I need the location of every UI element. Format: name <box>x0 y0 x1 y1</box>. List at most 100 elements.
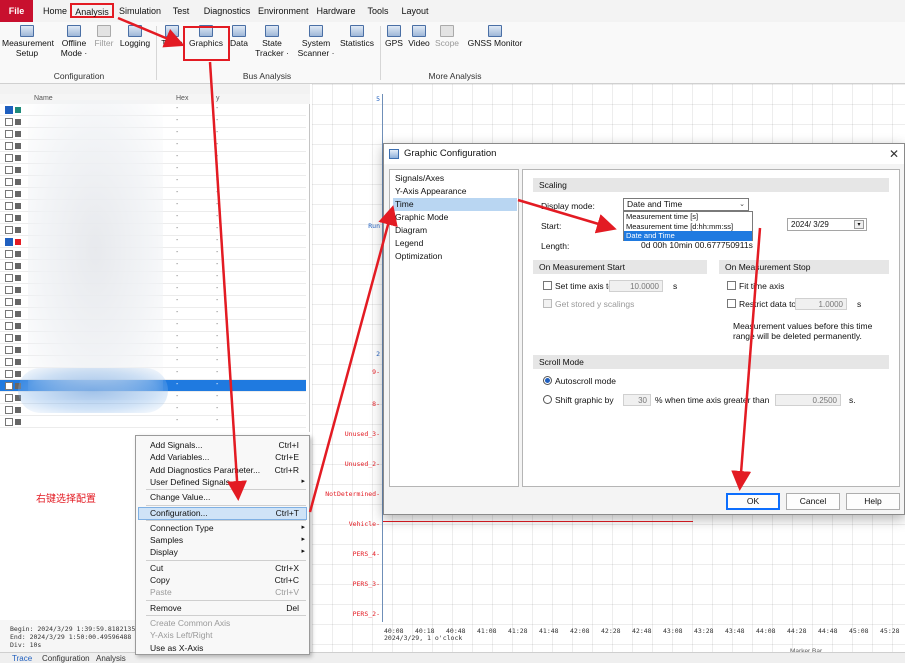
restrict-data-checkbox[interactable] <box>727 299 736 308</box>
context-item-create-common-axis[interactable]: Create Common Axis <box>150 617 305 629</box>
signal-visible-checkbox[interactable] <box>5 310 13 318</box>
context-item-samples[interactable]: Samples ▸ <box>150 534 305 546</box>
signal-visible-checkbox[interactable] <box>5 226 13 234</box>
start-date-field[interactable]: 2024/ 3/29 ▾ <box>787 218 867 231</box>
context-item-remove[interactable]: Remove Del <box>150 602 305 614</box>
fit-time-axis-checkbox[interactable] <box>727 281 736 290</box>
signal-visible-checkbox[interactable] <box>5 142 13 150</box>
state-tracker-button[interactable]: State Tracker · <box>252 25 292 58</box>
signal-visible-checkbox[interactable] <box>5 262 13 270</box>
signal-visible-checkbox[interactable] <box>5 202 13 210</box>
stored-y-checkbox[interactable] <box>543 299 552 308</box>
measurement-setup-button[interactable]: Measurement Setup <box>2 25 54 58</box>
menu-tools[interactable]: Tools <box>364 4 392 19</box>
signal-visible-checkbox[interactable] <box>5 406 13 414</box>
signal-row[interactable]: -- <box>0 416 306 428</box>
offline-mode-button[interactable]: Offline Mode · <box>58 25 90 58</box>
context-item-use-as-x-axis[interactable]: Use as X-Axis <box>150 642 305 654</box>
ok-button[interactable]: OK <box>726 493 780 510</box>
context-item-display[interactable]: Display ▸ <box>150 546 305 558</box>
signal-visible-checkbox[interactable] <box>5 118 13 126</box>
signal-visible-checkbox[interactable] <box>5 346 13 354</box>
context-item-add-diagnostics-parameter[interactable]: Add Diagnostics Parameter... Ctrl+R <box>150 464 305 476</box>
menu-layout[interactable]: Layout <box>398 4 432 19</box>
statistics-button[interactable]: Statistics <box>338 25 376 48</box>
signal-visible-checkbox[interactable] <box>5 286 13 294</box>
signal-visible-checkbox[interactable] <box>5 130 13 138</box>
signal-visible-checkbox[interactable] <box>5 214 13 222</box>
restrict-data-value[interactable]: 1.0000 <box>795 298 847 310</box>
tab-configuration[interactable]: Configuration <box>42 653 90 664</box>
scope-button[interactable]: Scope <box>434 25 460 48</box>
menu-diagnostics[interactable]: Diagnostics <box>200 4 254 19</box>
filter-button[interactable]: Filter <box>92 25 116 48</box>
signal-visible-checkbox[interactable] <box>5 250 13 258</box>
menu-analysis[interactable]: Analysis <box>70 3 114 18</box>
context-item-paste[interactable]: Paste Ctrl+V <box>150 586 305 598</box>
context-item-user-defined-signals[interactable]: User Defined Signals ▸ <box>150 476 305 488</box>
tab-trace[interactable]: Trace <box>12 653 32 664</box>
option-measurement-time-dhms[interactable]: Measurement time [d:hh:mm:ss] <box>624 222 752 232</box>
help-button[interactable]: Help <box>846 493 900 510</box>
shift-time-value[interactable]: 0.2500 <box>775 394 841 406</box>
system-scanner-button[interactable]: System Scanner · <box>296 25 336 58</box>
signal-visible-checkbox[interactable] <box>5 322 13 330</box>
option-measurement-time-s[interactable]: Measurement time [s] <box>624 212 752 222</box>
col-y[interactable]: y <box>216 95 220 102</box>
signal-visible-checkbox[interactable] <box>5 106 13 114</box>
shift-percent-value[interactable]: 30 <box>623 394 651 406</box>
video-button[interactable]: Video <box>406 25 432 48</box>
col-hex[interactable]: Hex <box>176 95 188 102</box>
context-item-change-value[interactable]: Change Value... <box>150 491 305 503</box>
nav-signals-axes[interactable]: Signals/Axes <box>393 172 517 185</box>
set-time-axis-value[interactable]: 10.0000 <box>609 280 663 292</box>
signal-hex-cell: - <box>176 129 179 136</box>
context-item-copy[interactable]: Copy Ctrl+C <box>150 574 305 586</box>
trace-button[interactable]: Trace <box>160 25 184 48</box>
context-item-cut[interactable]: Cut Ctrl+X <box>150 562 305 574</box>
shift-graphic-radio[interactable] <box>543 395 552 404</box>
signal-visible-checkbox[interactable] <box>5 166 13 174</box>
signal-visible-checkbox[interactable] <box>5 154 13 162</box>
context-item-add-variables[interactable]: Add Variables... Ctrl+E <box>150 451 305 463</box>
gnss-monitor-button[interactable]: GNSS Monitor <box>466 25 524 48</box>
signal-visible-checkbox[interactable] <box>5 238 13 246</box>
menu-file[interactable]: File <box>0 0 33 22</box>
logging-button[interactable]: Logging <box>118 25 152 48</box>
context-item-connection-type[interactable]: Connection Type ▸ <box>150 522 305 534</box>
signal-visible-checkbox[interactable] <box>5 370 13 378</box>
signal-visible-checkbox[interactable] <box>5 190 13 198</box>
context-item-y-axis-left-right[interactable]: Y-Axis Left/Right <box>150 629 305 641</box>
calendar-icon[interactable]: ▾ <box>854 220 864 229</box>
close-icon[interactable]: ✕ <box>886 146 902 162</box>
menu-home[interactable]: Home <box>41 4 69 19</box>
data-button[interactable]: Data <box>228 25 250 48</box>
signal-visible-checkbox[interactable] <box>5 298 13 306</box>
nav-graphic-mode[interactable]: Graphic Mode <box>393 211 517 224</box>
signal-visible-checkbox[interactable] <box>5 178 13 186</box>
x-axis-tick-label: 44:28 <box>787 627 807 635</box>
tab-analysis[interactable]: Analysis <box>96 653 126 664</box>
signal-visible-checkbox[interactable] <box>5 394 13 402</box>
context-item-add-signals[interactable]: Add Signals... Ctrl+I <box>150 439 305 451</box>
nav-y-axis-appearance[interactable]: Y-Axis Appearance <box>393 185 517 198</box>
gps-button[interactable]: GPS <box>384 25 404 48</box>
signal-visible-checkbox[interactable] <box>5 334 13 342</box>
menu-hardware[interactable]: Hardware <box>316 4 356 19</box>
menu-environment[interactable]: Environment <box>258 4 309 19</box>
signal-visible-checkbox[interactable] <box>5 418 13 426</box>
nav-diagram[interactable]: Diagram <box>393 224 517 237</box>
signal-visible-checkbox[interactable] <box>5 382 13 390</box>
signal-visible-checkbox[interactable] <box>5 274 13 282</box>
nav-optimization[interactable]: Optimization <box>393 250 517 263</box>
menu-simulation[interactable]: Simulation <box>118 4 162 19</box>
nav-legend[interactable]: Legend <box>393 237 517 250</box>
set-time-axis-checkbox[interactable] <box>543 281 552 290</box>
display-mode-dropdown[interactable]: Date and Time ⌄ <box>623 198 749 211</box>
nav-time[interactable]: Time <box>393 198 517 211</box>
menu-test[interactable]: Test <box>168 4 194 19</box>
autoscroll-radio[interactable] <box>543 376 552 385</box>
context-item-configuration[interactable]: Configuration... Ctrl+T <box>150 507 305 519</box>
signal-visible-checkbox[interactable] <box>5 358 13 366</box>
cancel-button[interactable]: Cancel <box>786 493 840 510</box>
